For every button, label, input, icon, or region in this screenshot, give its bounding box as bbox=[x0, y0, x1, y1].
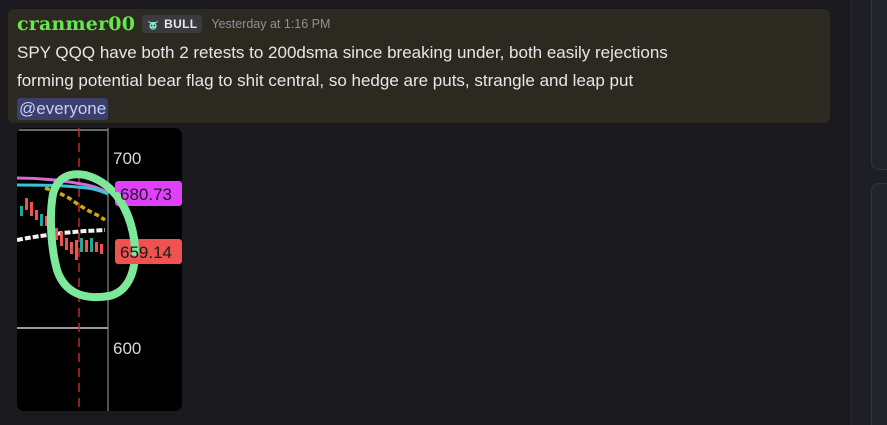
message-text-line: SPY QQQ have both 2 retests to 200dsma s… bbox=[17, 43, 668, 62]
message-header: cranmer00 BULL Yesterday at 1:16 PM bbox=[17, 12, 330, 36]
username[interactable]: cranmer00 bbox=[17, 13, 135, 35]
timestamp[interactable]: Yesterday at 1:16 PM bbox=[211, 17, 330, 31]
chart-graphic: 700 600 680.73 659.14 bbox=[17, 128, 182, 411]
everyone-mention[interactable]: @everyone bbox=[17, 98, 109, 120]
rail-panel-top bbox=[871, 0, 887, 170]
price-tag-label-680: 680.73 bbox=[120, 185, 172, 204]
role-badge[interactable]: BULL bbox=[142, 15, 203, 33]
message-body: SPY QQQ have both 2 retests to 200dsma s… bbox=[17, 39, 817, 123]
price-tag-label-659: 659.14 bbox=[120, 243, 172, 262]
rail-panel-bottom bbox=[871, 183, 887, 425]
chat-window: cranmer00 BULL Yesterday at 1:16 PM SPY … bbox=[0, 0, 887, 425]
axis-label-700: 700 bbox=[113, 149, 141, 168]
message-text-line: forming potential bear flag to shit cent… bbox=[17, 71, 634, 90]
bull-icon bbox=[146, 17, 160, 31]
role-badge-label: BULL bbox=[164, 17, 198, 31]
chart-image-attachment[interactable]: 700 600 680.73 659.14 bbox=[17, 128, 182, 411]
axis-label-600: 600 bbox=[113, 339, 141, 358]
